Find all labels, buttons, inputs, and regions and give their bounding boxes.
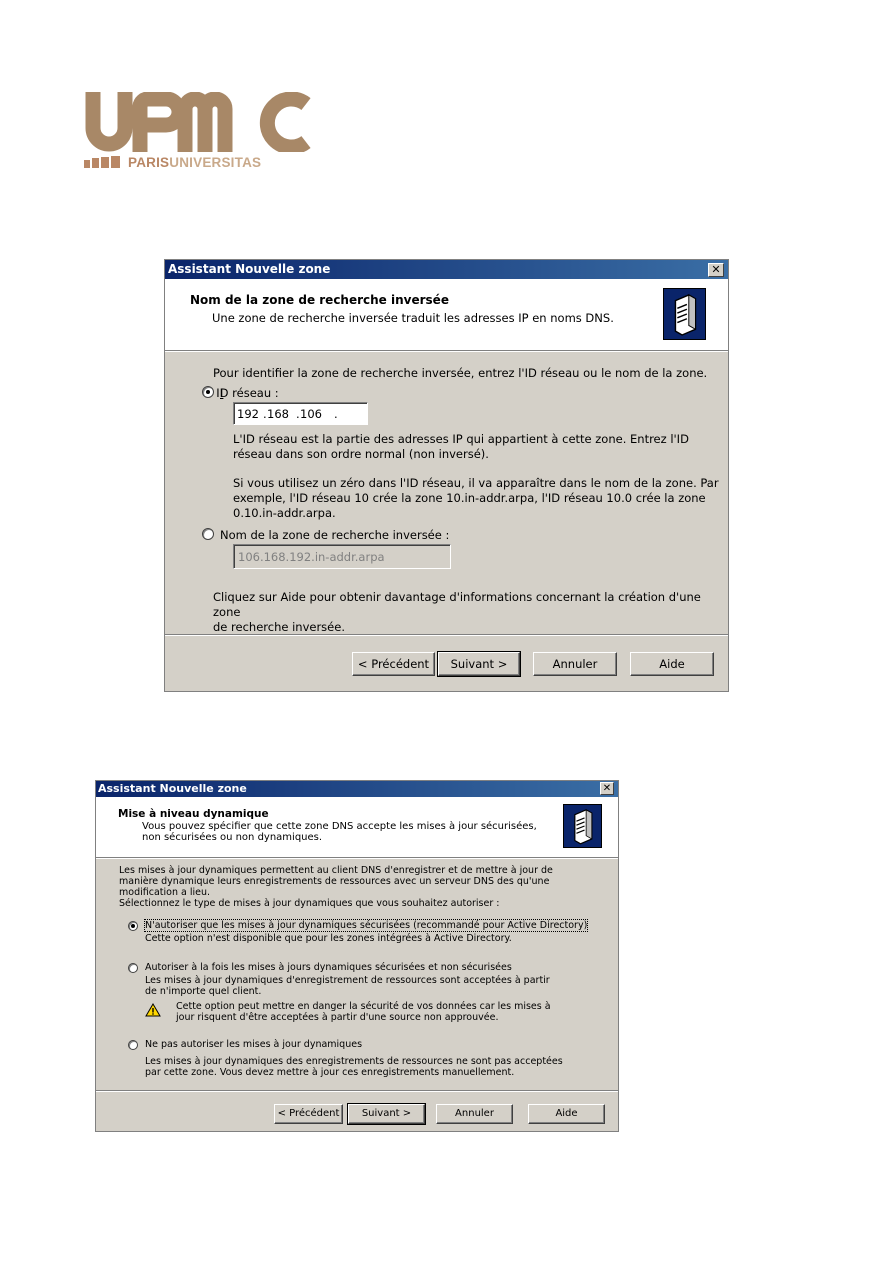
ip-octet-3[interactable]: 106 (300, 407, 322, 421)
warning-icon (145, 1003, 161, 1017)
close-icon[interactable]: ✕ (708, 263, 724, 277)
next-button[interactable]: Suivant > (347, 1103, 426, 1125)
zone-name-input[interactable]: 106.168.192.in-addr.arpa (233, 544, 451, 569)
window-title: Assistant Nouvelle zone (168, 262, 331, 276)
network-id-radio[interactable] (202, 386, 214, 398)
secure-only-radio[interactable] (128, 921, 138, 931)
page-subtitle: Une zone de recherche inversée traduit l… (212, 311, 614, 325)
back-button[interactable]: < Précédent (352, 652, 435, 676)
no-dynamic-description: Les mises à jour dynamiques des enregist… (145, 1056, 563, 1078)
help-button[interactable]: Aide (630, 652, 714, 676)
footer-divider (96, 1090, 618, 1092)
next-button[interactable]: Suivant > (437, 651, 521, 677)
secure-and-nonsecure-radio[interactable] (128, 963, 138, 973)
back-button[interactable]: < Précédent (274, 1104, 343, 1124)
network-id-label: IID réseau : (216, 386, 279, 400)
footer-divider (165, 634, 728, 636)
wizard-header: Nom de la zone de recherche inversée Une… (165, 279, 728, 352)
cancel-button[interactable]: Annuler (533, 652, 617, 676)
title-bar[interactable]: Assistant Nouvelle zone ✕ (165, 260, 728, 279)
no-dynamic-label: Ne pas autoriser les mises à jour dynami… (145, 1039, 363, 1050)
server-icon (563, 804, 602, 848)
network-id-description: L'ID réseau est la partie des adresses I… (233, 432, 689, 461)
intro-text: Les mises à jour dynamiques permettent a… (119, 865, 553, 909)
logo-tagline: PARISUNIVERSITAS (84, 156, 324, 170)
close-icon[interactable]: ✕ (600, 782, 614, 795)
help-note: Cliquez sur Aide pour obtenir davantage … (213, 590, 701, 634)
ip-octet-1[interactable]: 192 (237, 407, 259, 421)
wizard-header: Mise à niveau dynamique Vous pouvez spéc… (96, 797, 618, 859)
zero-note: Si vous utilisez un zéro dans l'ID résea… (233, 476, 719, 520)
intro-text: Pour identifier la zone de recherche inv… (213, 366, 708, 380)
secure-only-description: Cette option n'est disponible que pour l… (145, 933, 512, 944)
upmc-wordmark (85, 92, 311, 152)
page-title: Mise à niveau dynamique (118, 808, 269, 820)
logo-universitas: UNIVERSITAS (169, 155, 262, 170)
server-icon (663, 288, 706, 340)
secure-and-nonsecure-label: Autoriser à la fois les mises à jours dy… (145, 962, 512, 973)
secure-and-nonsecure-description: Les mises à jour dynamiques d'enregistre… (145, 975, 550, 997)
dynamic-update-dialog: Assistant Nouvelle zone ✕ Mise à niveau … (95, 780, 619, 1132)
logo-bars-icon (84, 156, 120, 168)
cancel-button[interactable]: Annuler (436, 1104, 513, 1124)
security-warning: Cette option peut mettre en danger la sé… (176, 1001, 551, 1023)
ip-octet-2[interactable]: 168 (267, 407, 289, 421)
no-dynamic-radio[interactable] (128, 1040, 138, 1050)
page-title: Nom de la zone de recherche inversée (190, 293, 449, 307)
secure-only-label: N'autoriser que les mises à jour dynamiq… (143, 919, 589, 932)
title-bar[interactable]: Assistant Nouvelle zone ✕ (96, 781, 618, 797)
upmc-logo: PARISUNIVERSITAS (84, 92, 314, 174)
logo-paris: PARIS (128, 155, 170, 170)
window-title: Assistant Nouvelle zone (98, 782, 247, 795)
network-id-input[interactable]: 192 . 168 . 106 . (233, 402, 368, 425)
zone-name-label: Nom de la zone de recherche inversée : (220, 528, 450, 542)
reverse-lookup-zone-dialog: Assistant Nouvelle zone ✕ Nom de la zone… (164, 259, 729, 692)
page-subtitle: Vous pouvez spécifier que cette zone DNS… (142, 821, 537, 843)
zone-name-radio[interactable] (202, 528, 214, 540)
help-button[interactable]: Aide (528, 1104, 605, 1124)
